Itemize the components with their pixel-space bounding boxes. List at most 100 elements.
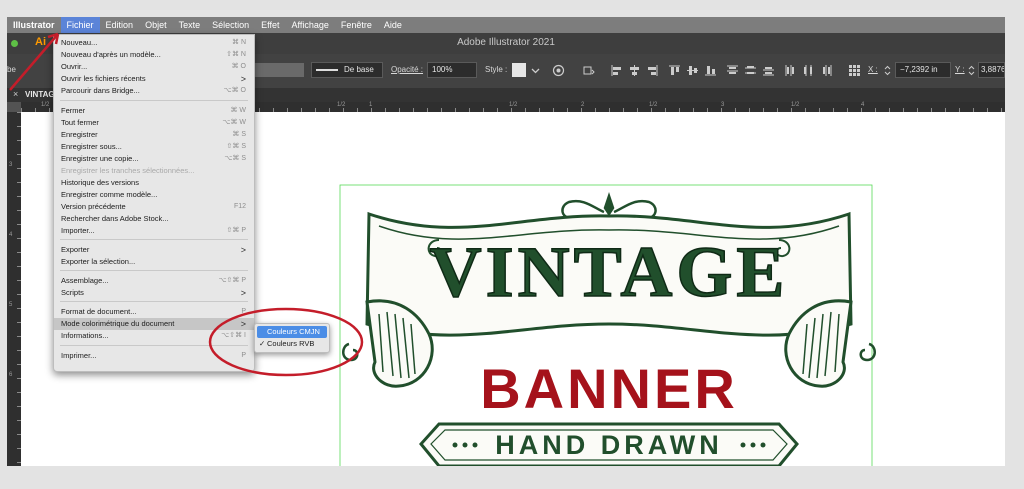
menu-item-scripts[interactable]: Scripts > [54,287,254,299]
ruler-label: 2 [581,102,585,108]
shortcut-label: P [241,308,246,315]
menu-item-enregistrer-copie[interactable]: Enregistrer une copie... ⌥⌘ S [54,153,254,165]
distribute-bottom-icon[interactable] [762,64,775,77]
banner-text: BANNER [480,357,738,420]
shortcut-label: ⌘ S [232,131,246,138]
opacity-input[interactable]: 100% [427,62,477,78]
menu-item-label: Nouveau... [61,38,98,47]
menu-item-enregistrer[interactable]: Enregistrer ⌘ S [54,129,254,141]
menu-item-label: Tout fermer [61,118,99,127]
menu-item-tout-fermer[interactable]: Tout fermer ⌥⌘ W [54,117,254,129]
menu-bar: Illustrator Fichier Edition Objet Texte … [7,17,1005,33]
menu-item-label: Fermer [61,106,86,115]
distribute-center-icon[interactable] [744,64,757,77]
menu-item-modele[interactable]: Enregistrer comme modèle... [54,189,254,201]
menu-item-ouvrir[interactable]: Ouvrir... ⌘ O [54,61,254,73]
menu-fichier[interactable]: Fichier [60,17,100,33]
shortcut-label: P [241,352,246,359]
menu-item-label: Historique des versions [61,178,139,187]
distribute-left-icon[interactable] [784,64,797,77]
menu-item-label: Enregistrer comme modèle... [61,190,158,199]
align-center-icon[interactable] [628,64,641,77]
stroke-line-icon [316,68,338,71]
menu-item-label: Scripts [61,288,84,297]
submenu-item-label: Couleurs RVB [267,339,315,348]
menu-item-imprimer[interactable]: Imprimer... P [54,350,254,362]
menu-item-label: Version précédente [61,202,126,211]
menu-objet[interactable]: Objet [139,17,173,33]
menu-item-format-document[interactable]: Format de document... P [54,306,254,318]
x-stepper-icon[interactable] [881,64,894,77]
align-left-icon[interactable] [610,64,623,77]
stroke-profile-select[interactable]: De base [311,62,383,78]
menu-selection[interactable]: Sélection [206,17,255,33]
recolor-icon[interactable] [552,64,565,77]
document-tab[interactable]: VINTAG [25,90,55,99]
menu-item-importer[interactable]: Importer... ⇧⌘ P [54,225,254,237]
chevron-down-icon[interactable] [529,64,542,77]
align-options-icon[interactable] [582,64,595,77]
illustrator-window: Illustrator Fichier Edition Objet Texte … [7,17,1005,466]
graphic-style-swatch[interactable] [512,63,526,77]
menu-separator [60,301,248,302]
menu-item-fermer[interactable]: Fermer ⌘ W [54,105,254,117]
menu-edition[interactable]: Edition [100,17,140,33]
menu-item-fichiers-recents[interactable]: Ouvrir les fichiers récents > [54,73,254,85]
menu-item-enregistrer-sous[interactable]: Enregistrer sous... ⇧⌘ S [54,141,254,153]
align-bottom-icon[interactable] [704,64,717,77]
submenu-arrow-icon: > [240,288,246,298]
menu-item-label: Parcourir dans Bridge... [61,86,140,95]
y-position-input[interactable]: 3,8876 i [978,62,1005,78]
menu-item-nouveau-modele[interactable]: Nouveau d'après un modèle... ⇧⌘ N [54,49,254,61]
transform-reference-icon[interactable] [848,64,861,77]
stroke-weight-field[interactable] [252,63,304,77]
vertical-ruler[interactable]: 3 4 5 6 [7,112,21,466]
checkmark-icon: ✓ [259,339,266,348]
ruler-label: 3 [721,102,725,108]
menu-item-mode-colorimetrique[interactable]: Mode colorimétrique du document > [54,318,254,330]
ruler-label: 1 [369,102,373,108]
menu-affichage[interactable]: Affichage [285,17,334,33]
menu-illustrator[interactable]: Illustrator [7,17,61,33]
menu-item-label: Informations... [61,331,109,340]
align-top-icon[interactable] [668,64,681,77]
control-bar-fragment: be [7,65,16,74]
shortcut-label: ⇧⌘ P [226,227,246,234]
opacity-label[interactable]: Opacité : [391,65,423,74]
menu-item-historique[interactable]: Historique des versions [54,177,254,189]
align-right-icon[interactable] [646,64,659,77]
x-position-input[interactable]: −7,2392 in [895,62,951,78]
menu-item-label: Exporter la sélection... [61,257,136,266]
menu-item-label: Ouvrir les fichiers récents [61,74,146,83]
menu-texte[interactable]: Texte [173,17,207,33]
y-stepper-icon[interactable] [965,64,978,77]
menu-item-bridge[interactable]: Parcourir dans Bridge... ⌥⌘ O [54,85,254,97]
menu-fenetre[interactable]: Fenêtre [335,17,378,33]
menu-item-adobe-stock[interactable]: Rechercher dans Adobe Stock... [54,213,254,225]
menu-item-label: Enregistrer les tranches sélectionnées..… [61,166,195,175]
distribute-right-icon[interactable] [820,64,833,77]
vintage-text: VINTAGE [430,232,789,312]
align-middle-icon[interactable] [686,64,699,77]
shortcut-label: ⌥⇧⌘ I [221,332,246,339]
menu-aide[interactable]: Aide [378,17,408,33]
ruler-label: 4 [861,102,865,108]
submenu-arrow-icon: > [240,245,246,255]
submenu-item-rvb[interactable]: ✓ Couleurs RVB [257,338,327,350]
menu-item-version-precedente[interactable]: Version précédente F12 [54,201,254,213]
menu-item-informations[interactable]: Informations... ⌥⇧⌘ I [54,330,254,342]
shortcut-label: ⌘ O [231,63,246,70]
vintage-banner-artwork[interactable]: VINTAGE BANNER HAND DRAWN [339,184,879,466]
close-tab-icon[interactable]: × [13,89,18,99]
menu-separator [60,270,248,271]
menu-item-exporter-selection[interactable]: Exporter la sélection... [54,256,254,268]
menu-effet[interactable]: Effet [255,17,285,33]
distribute-top-icon[interactable] [726,64,739,77]
menu-item-assemblage[interactable]: Assemblage... ⌥⇧⌘ P [54,275,254,287]
x-label: X : [868,65,878,74]
menu-item-nouveau[interactable]: Nouveau... ⌘ N [54,37,254,49]
menu-item-exporter[interactable]: Exporter > [54,244,254,256]
submenu-item-cmjn[interactable]: Couleurs CMJN [257,326,327,338]
distribute-hcenter-icon[interactable] [802,64,815,77]
shortcut-label: F12 [233,203,246,210]
